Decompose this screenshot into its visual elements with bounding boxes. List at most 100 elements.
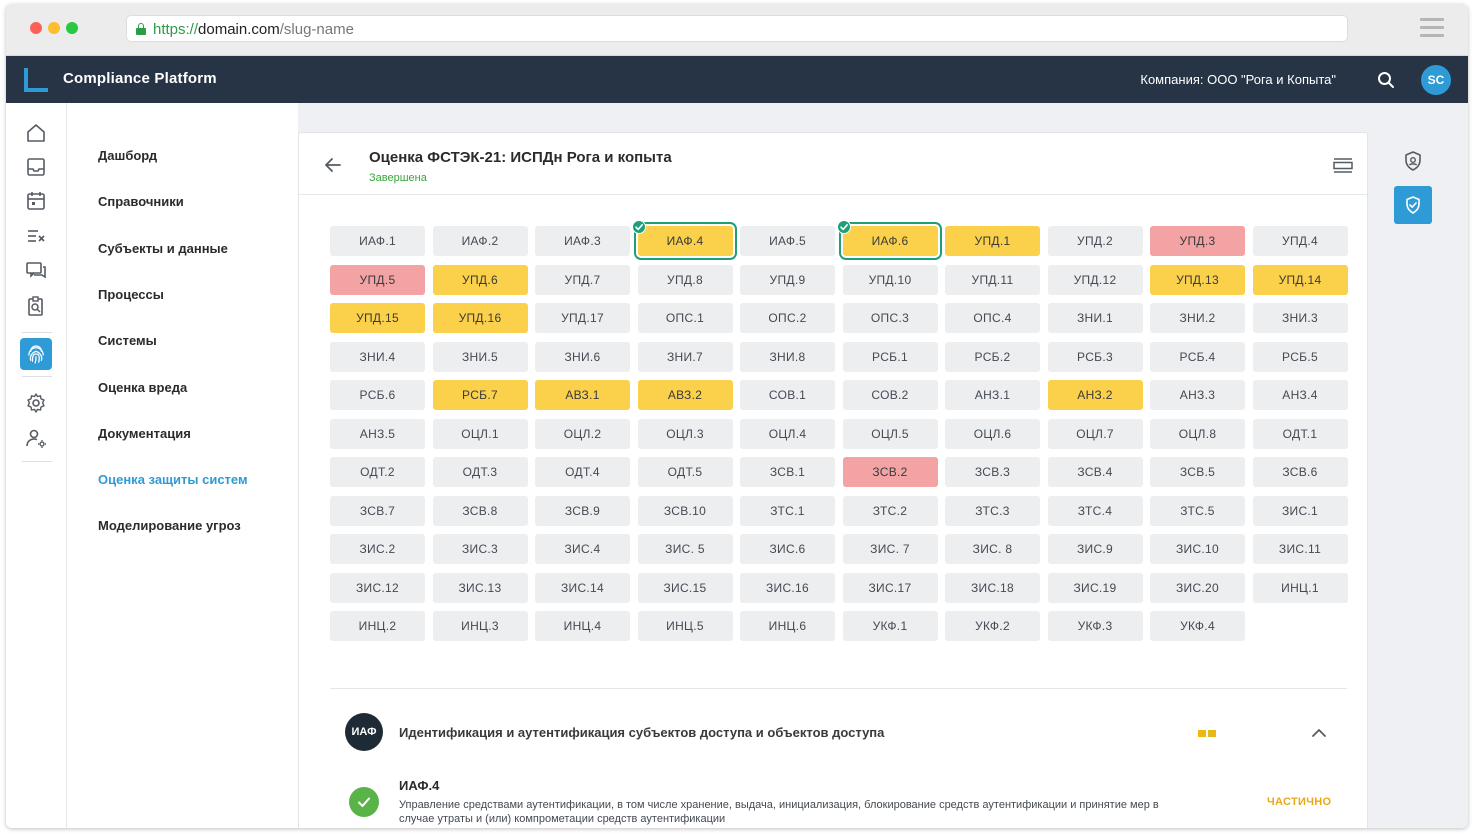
nav-item-dashboard[interactable]: Дашборд (98, 148, 157, 163)
control-chip[interactable]: ЗИС.14 (535, 572, 630, 603)
control-chip[interactable]: АНЗ.5 (330, 418, 425, 449)
avatar[interactable]: SC (1421, 65, 1451, 95)
control-chip[interactable]: ОЦЛ.6 (945, 418, 1040, 449)
control-chip[interactable]: РСБ.3 (1047, 341, 1143, 372)
control-chip[interactable]: ОЦЛ.1 (432, 418, 528, 449)
control-chip[interactable]: ЗИС. 7 (842, 534, 938, 564)
control-chip[interactable]: УПД.15 (330, 303, 425, 333)
control-chip[interactable]: ЗИС.15 (637, 572, 733, 603)
control-chip[interactable]: ЗИС.2 (330, 534, 425, 564)
control-chip[interactable]: УПД.17 (535, 303, 630, 333)
control-chip[interactable]: АНЗ.4 (1252, 380, 1348, 410)
control-chip[interactable]: ИАФ.5 (740, 226, 835, 256)
control-chip[interactable]: ИАФ.3 (535, 226, 630, 256)
checklist-icon[interactable] (24, 224, 48, 248)
control-chip[interactable]: ЗТС.1 (740, 495, 835, 526)
control-chip[interactable]: УКФ.1 (842, 611, 938, 641)
control-chip[interactable]: СОВ.2 (842, 380, 938, 410)
nav-item-subjects[interactable]: Субъекты и данные (98, 241, 228, 256)
address-bar[interactable]: https://domain.com/slug-name (126, 15, 1348, 42)
control-chip[interactable]: ОПС.2 (740, 303, 835, 333)
control-chip[interactable]: АВЗ.1 (535, 380, 630, 410)
control-chip[interactable]: ЗНИ.3 (1252, 303, 1348, 333)
search-icon[interactable] (1377, 71, 1395, 89)
inbox-icon[interactable] (24, 155, 48, 179)
control-chip[interactable]: ОЦЛ.7 (1047, 418, 1143, 449)
chevron-up-icon[interactable] (1311, 726, 1327, 740)
shield-check-icon[interactable] (1394, 186, 1432, 224)
chat-icon[interactable] (24, 259, 48, 283)
control-chip[interactable]: ЗИС.18 (945, 572, 1040, 603)
control-chip[interactable]: АНЗ.3 (1150, 380, 1245, 410)
clipboard-search-icon[interactable] (24, 294, 48, 318)
control-chip[interactable]: ИНЦ.1 (1252, 572, 1348, 603)
control-chip[interactable]: ЗИС.1 (1252, 495, 1348, 526)
close-window-button[interactable] (30, 22, 42, 34)
control-chip[interactable]: ИНЦ.6 (740, 611, 835, 641)
control-chip[interactable]: ЗНИ.4 (330, 341, 425, 372)
home-icon[interactable] (24, 121, 48, 145)
user-settings-icon[interactable] (24, 426, 48, 450)
calendar-icon[interactable] (24, 189, 48, 213)
control-chip[interactable]: ЗТС.4 (1047, 495, 1143, 526)
control-chip[interactable]: ИНЦ.5 (637, 611, 733, 641)
control-chip[interactable]: ОЦЛ.5 (842, 418, 938, 449)
control-chip[interactable]: УПД.10 (842, 264, 938, 295)
control-chip[interactable]: УПД.1 (945, 226, 1040, 256)
control-chip[interactable]: РСБ.5 (1252, 341, 1348, 372)
nav-item-documentation[interactable]: Документация (98, 426, 191, 441)
control-chip[interactable]: ОПС.3 (842, 303, 938, 333)
control-chip[interactable]: РСБ.6 (330, 380, 425, 410)
browser-menu-icon[interactable] (1420, 18, 1444, 38)
control-chip[interactable]: ЗИС.16 (740, 572, 835, 603)
control-chip[interactable]: ЗИС.6 (740, 534, 835, 564)
control-chip[interactable]: РСБ.1 (842, 341, 938, 372)
control-chip[interactable]: ЗИС.19 (1047, 572, 1143, 603)
control-chip[interactable]: ИАФ.1 (330, 226, 425, 256)
control-chip[interactable]: ЗИС.17 (842, 572, 938, 603)
control-chip[interactable]: УПД.5 (330, 264, 425, 295)
control-chip[interactable]: РСБ.7 (432, 380, 528, 410)
control-chip[interactable]: ОЦЛ.3 (637, 418, 733, 449)
control-chip[interactable]: ЗСВ.8 (432, 495, 528, 526)
control-chip[interactable]: ЗТС.5 (1150, 495, 1245, 526)
control-chip[interactable]: ЗТС.2 (842, 495, 938, 526)
nav-item-harm-assessment[interactable]: Оценка вреда (98, 380, 187, 395)
control-chip[interactable]: ОДТ.3 (432, 457, 528, 487)
control-chip[interactable]: ОЦЛ.2 (535, 418, 630, 449)
control-chip[interactable]: ЗСВ.2 (842, 457, 938, 487)
control-chip[interactable]: АНЗ.2 (1047, 380, 1143, 410)
control-chip[interactable]: УПД.12 (1047, 264, 1143, 295)
control-chip[interactable]: ЗИС.10 (1150, 534, 1245, 564)
shield-outline-icon[interactable] (1401, 149, 1425, 173)
control-chip[interactable]: ЗИС.4 (535, 534, 630, 564)
control-chip[interactable]: ЗТС.3 (945, 495, 1040, 526)
control-chip[interactable]: УПД.11 (945, 264, 1040, 295)
control-chip[interactable]: СОВ.1 (740, 380, 835, 410)
control-chip[interactable]: ЗИС.13 (432, 572, 528, 603)
control-chip[interactable]: ОДТ.4 (535, 457, 630, 487)
control-chip[interactable]: АНЗ.1 (945, 380, 1040, 410)
control-chip[interactable]: УПД.16 (432, 303, 528, 333)
nav-item-processes[interactable]: Процессы (98, 287, 164, 302)
control-chip[interactable]: ЗСВ.9 (535, 495, 630, 526)
control-chip[interactable]: ЗСВ.1 (740, 457, 835, 487)
control-chip[interactable]: ОДТ.1 (1252, 418, 1348, 449)
control-chip[interactable]: УПД.9 (740, 264, 835, 295)
control-chip[interactable]: ЗИС. 8 (945, 534, 1040, 564)
control-chip[interactable]: ЗИС.3 (432, 534, 528, 564)
control-chip[interactable]: РСБ.4 (1150, 341, 1245, 372)
control-chip[interactable]: ОЦЛ.4 (740, 418, 835, 449)
control-chip[interactable]: УКФ.4 (1150, 611, 1245, 641)
control-chip[interactable]: УКФ.2 (945, 611, 1040, 641)
control-chip[interactable]: ИНЦ.3 (432, 611, 528, 641)
control-chip[interactable]: ИНЦ.4 (535, 611, 630, 641)
control-chip[interactable]: ЗНИ.6 (535, 341, 630, 372)
control-chip[interactable]: ИАФ.6 (836, 220, 938, 256)
control-chip[interactable]: АВЗ.2 (637, 380, 733, 410)
nav-item-system-protection[interactable]: Оценка защиты систем (98, 472, 248, 487)
company-selector[interactable]: Компания: ООО "Рога и Копыта" (1140, 72, 1336, 87)
control-chip[interactable]: УПД.2 (1047, 226, 1143, 256)
fingerprint-icon[interactable] (20, 338, 52, 370)
control-chip[interactable]: ЗНИ.7 (637, 341, 733, 372)
